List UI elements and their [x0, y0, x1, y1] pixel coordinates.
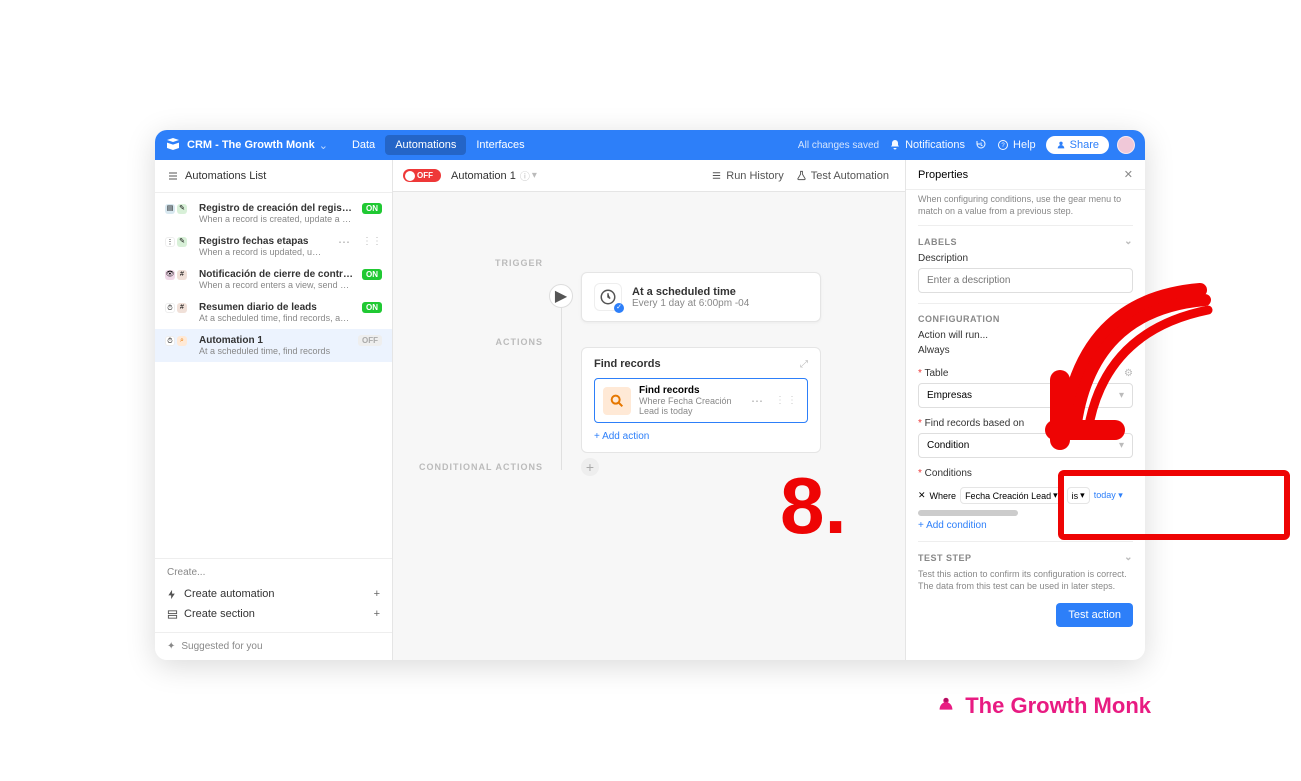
automation-item-selected[interactable]: ⏱⌕ Automation 1 At a scheduled time, fin… — [155, 329, 392, 362]
people-icon — [1056, 140, 1066, 150]
create-section-button[interactable]: Create section + — [167, 604, 380, 624]
automation-item[interactable]: ⏱# Resumen diario de leads At a schedule… — [155, 296, 392, 329]
tab-automations[interactable]: Automations — [385, 135, 466, 155]
status-badge: ON — [362, 302, 382, 313]
info-icon[interactable]: ⓘ — [520, 168, 530, 183]
section-icon — [167, 609, 178, 620]
search-icon — [603, 387, 631, 415]
chevron-down-icon[interactable]: ▾ — [532, 170, 537, 181]
panel-title: Properties — [918, 169, 968, 181]
add-condition-button[interactable]: + Add condition — [918, 520, 1133, 531]
play-circle[interactable]: ▶ — [549, 284, 573, 308]
trigger-node[interactable]: ✓ At a scheduled time Every 1 day at 6:0… — [581, 272, 821, 322]
automation-canvas[interactable]: TRIGGER ACTIONS CONDITIONAL ACTIONS ▶ ✓ … — [393, 192, 905, 660]
test-action-button[interactable]: Test action — [1056, 603, 1133, 627]
help-button[interactable]: ? Help — [997, 139, 1036, 151]
automation-toggle[interactable]: OFF — [403, 169, 441, 182]
remove-condition-button[interactable]: ✕ — [918, 490, 926, 501]
add-conditional-button[interactable]: + — [581, 458, 599, 476]
clock-icon: ✓ — [594, 283, 622, 311]
top-bar: CRM - The Growth Monk ⌄ Data Automations… — [155, 130, 1145, 160]
tab-data[interactable]: Data — [342, 135, 385, 155]
expand-icon[interactable]: ⤢ — [800, 359, 808, 370]
condition-value-select[interactable]: today ▾ — [1094, 490, 1123, 501]
share-button[interactable]: Share — [1046, 136, 1109, 154]
bell-icon — [889, 139, 901, 151]
actions-label: ACTIONS — [413, 337, 543, 347]
conditional-actions-label: CONDITIONAL ACTIONS — [413, 462, 543, 472]
annotation-arrow — [1030, 280, 1220, 490]
more-icon[interactable]: ⋯ — [338, 236, 350, 248]
sparkle-icon: ✦ — [167, 641, 175, 652]
actions-node[interactable]: Find records ⤢ Find records Where Fecha … — [581, 347, 821, 453]
trigger-label: TRIGGER — [413, 258, 543, 268]
list-icon — [711, 170, 722, 181]
status-badge: OFF — [358, 335, 382, 346]
chevron-down-icon[interactable]: ⌄ — [1124, 552, 1133, 563]
action-row-find-records[interactable]: Find records Where Fecha Creación Lead i… — [594, 378, 808, 423]
hint-text: When configuring conditions, use the gea… — [918, 190, 1133, 225]
close-icon[interactable]: ✕ — [1124, 168, 1133, 181]
sidebar-footer: Create... Create automation + Create sec… — [155, 558, 392, 632]
automations-sidebar: Automations List ▤✎ Registro de creación… — [155, 160, 393, 660]
plus-icon: + — [374, 608, 380, 620]
suggested-for-you[interactable]: ✦ Suggested for you — [155, 632, 392, 660]
automation-item[interactable]: ⋮✎ Registro fechas etapas When a record … — [155, 230, 392, 263]
canvas-toolbar: OFF Automation 1 ⓘ ▾ Run History Test Au… — [393, 160, 905, 192]
run-history-button[interactable]: Run History — [705, 166, 789, 186]
monk-icon — [935, 695, 957, 717]
workspace-title[interactable]: CRM - The Growth Monk — [187, 139, 315, 151]
automation-item[interactable]: ▤✎ Registro de creación del registro Whe… — [155, 197, 392, 230]
drag-icon[interactable]: ⋮⋮ — [362, 236, 382, 247]
airtable-logo-icon — [165, 136, 181, 155]
status-badge: ON — [362, 203, 382, 214]
test-automation-button[interactable]: Test Automation — [790, 166, 895, 186]
user-avatar[interactable] — [1117, 136, 1135, 154]
sidebar-header[interactable]: Automations List — [155, 160, 392, 193]
list-icon — [167, 170, 179, 182]
plus-icon: + — [374, 588, 380, 600]
notifications-button[interactable]: Notifications — [889, 139, 965, 151]
annotation-number: 8. — [780, 460, 847, 552]
add-action-button[interactable]: + Add action — [594, 431, 808, 442]
canvas-area: OFF Automation 1 ⓘ ▾ Run History Test Au… — [393, 160, 905, 660]
automation-item[interactable]: 👁# Notificación de cierre de contrato Wh… — [155, 263, 392, 296]
chevron-down-icon[interactable]: ⌄ — [319, 139, 328, 152]
history-icon — [975, 139, 987, 151]
svg-text:?: ? — [1001, 143, 1005, 149]
brand-watermark: The Growth Monk — [935, 693, 1151, 719]
automation-name[interactable]: Automation 1 — [451, 170, 516, 182]
status-badge: ON — [362, 269, 382, 280]
create-automation-button[interactable]: Create automation + — [167, 584, 380, 604]
app-window: CRM - The Growth Monk ⌄ Data Automations… — [155, 130, 1145, 660]
bolt-icon — [167, 589, 178, 600]
flask-icon — [796, 170, 807, 181]
automations-list: ▤✎ Registro de creación del registro Whe… — [155, 193, 392, 558]
more-icon[interactable]: ⋯ — [751, 395, 763, 407]
save-status: All changes saved — [798, 140, 879, 151]
help-icon: ? — [997, 139, 1009, 151]
check-badge-icon: ✓ — [614, 303, 624, 313]
history-button[interactable] — [975, 139, 987, 151]
drag-icon[interactable]: ⋮⋮ — [775, 395, 799, 406]
tab-interfaces[interactable]: Interfaces — [466, 135, 534, 155]
chevron-down-icon[interactable]: ⌄ — [1124, 236, 1133, 247]
